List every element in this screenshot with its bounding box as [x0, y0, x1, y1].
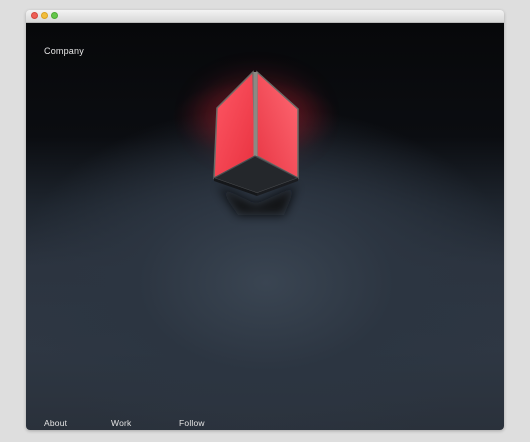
nav-follow-link[interactable]: Follow	[179, 418, 205, 428]
footer-nav: About Work Follow	[26, 418, 504, 430]
zoom-window-button[interactable]	[51, 12, 58, 19]
brand-logo-text[interactable]: Company	[44, 46, 84, 56]
window-titlebar	[26, 10, 504, 23]
browser-window: Company About Work Follow	[26, 10, 504, 430]
nav-about-link[interactable]: About	[44, 418, 67, 428]
nav-work-link[interactable]: Work	[111, 418, 131, 428]
hero-page: Company About Work Follow	[26, 23, 504, 430]
minimize-window-button[interactable]	[41, 12, 48, 19]
hero-lamp-image	[199, 70, 315, 215]
close-window-button[interactable]	[31, 12, 38, 19]
